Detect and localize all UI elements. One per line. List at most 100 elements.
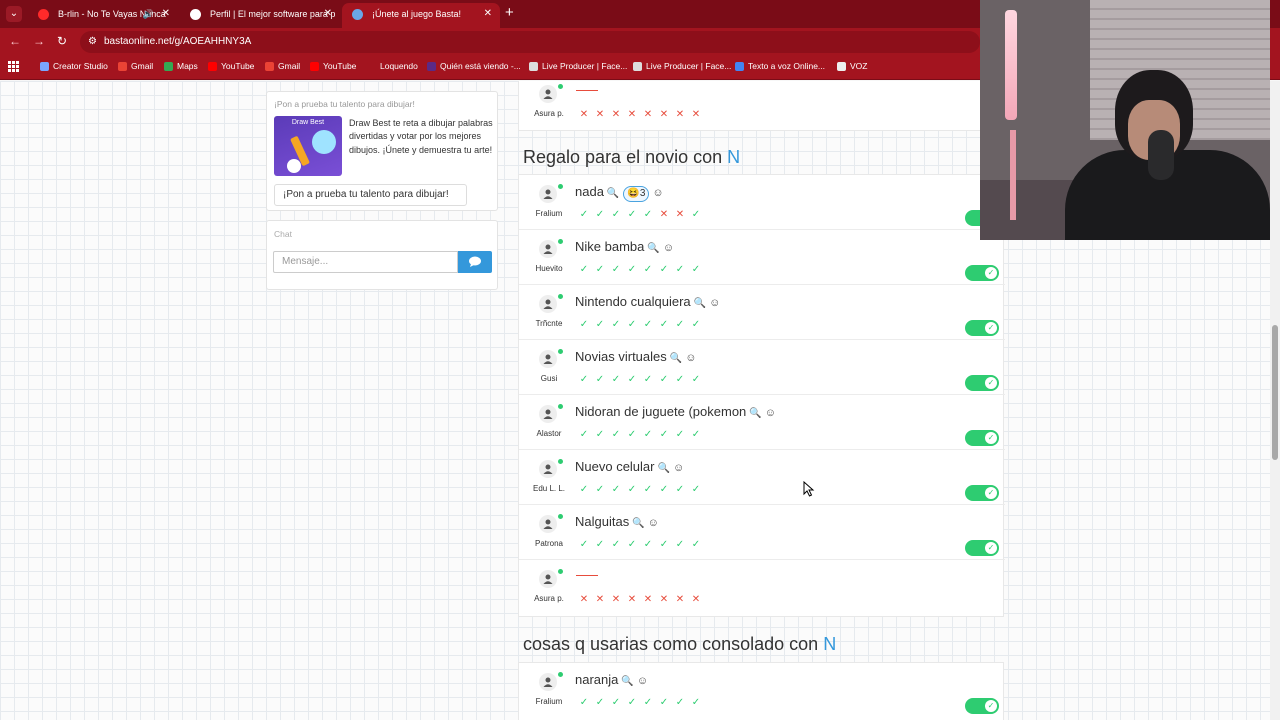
vote-accept-icon[interactable]: ✓ [624, 374, 640, 386]
vote-accept-icon[interactable]: ✓ [624, 264, 640, 276]
reaction-badge[interactable]: 😆3 [623, 186, 650, 202]
vote-reject-icon[interactable]: ✕ [688, 594, 704, 606]
bookmark-texto-a-voz[interactable]: Texto a voz Online... [735, 61, 825, 71]
vote-accept-icon[interactable]: ✓ [688, 539, 704, 551]
send-message-button[interactable] [458, 251, 492, 273]
vote-accept-icon[interactable]: ✓ [656, 264, 672, 276]
vote-accept-icon[interactable]: ✓ [592, 539, 608, 551]
search-icon[interactable]: 🔍 [607, 188, 619, 199]
accept-answer-toggle[interactable]: ✓ [965, 698, 999, 714]
vote-accept-icon[interactable]: ✓ [592, 319, 608, 331]
accept-answer-toggle[interactable]: ✓ [965, 430, 999, 446]
apps-grid-icon[interactable] [8, 61, 19, 72]
vote-reject-icon[interactable]: ✕ [672, 109, 688, 121]
vote-accept-icon[interactable]: ✓ [688, 697, 704, 709]
vote-accept-icon[interactable]: ✓ [624, 209, 640, 221]
vote-accept-icon[interactable]: ✓ [640, 319, 656, 331]
accept-answer-toggle[interactable]: ✓ [965, 375, 999, 391]
vote-accept-icon[interactable]: ✓ [656, 484, 672, 496]
vote-accept-icon[interactable]: ✓ [672, 319, 688, 331]
vote-accept-icon[interactable]: ✓ [656, 374, 672, 386]
tab-basta[interactable]: ¡Únete al juego Basta! ✕ [342, 3, 500, 28]
vote-accept-icon[interactable]: ✓ [576, 697, 592, 709]
vote-accept-icon[interactable]: ✓ [592, 209, 608, 221]
vote-reject-icon[interactable]: ✕ [624, 594, 640, 606]
vote-accept-icon[interactable]: ✓ [608, 319, 624, 331]
vote-reject-icon[interactable]: ✕ [640, 594, 656, 606]
vote-accept-icon[interactable]: ✓ [640, 429, 656, 441]
vote-accept-icon[interactable]: ✓ [576, 264, 592, 276]
search-icon[interactable]: 🔍 [647, 243, 659, 254]
vote-accept-icon[interactable]: ✓ [608, 697, 624, 709]
vote-accept-icon[interactable]: ✓ [608, 429, 624, 441]
bookmark-gmail-2[interactable]: Gmail [265, 61, 300, 71]
forward-icon[interactable]: → [33, 34, 45, 48]
vote-reject-icon[interactable]: ✕ [688, 109, 704, 121]
vote-accept-icon[interactable]: ✓ [576, 209, 592, 221]
vote-reject-icon[interactable]: ✕ [608, 594, 624, 606]
bookmark-live-producer[interactable]: Live Producer | Face... [529, 61, 627, 71]
vote-reject-icon[interactable]: ✕ [576, 594, 592, 606]
vote-accept-icon[interactable]: ✓ [672, 697, 688, 709]
vote-accept-icon[interactable]: ✓ [576, 484, 592, 496]
vote-accept-icon[interactable]: ✓ [672, 429, 688, 441]
vote-reject-icon[interactable]: ✕ [672, 209, 688, 221]
vote-accept-icon[interactable]: ✓ [576, 374, 592, 386]
site-info-icon[interactable]: ⚙ [88, 31, 97, 53]
add-reaction-icon[interactable]: ☺ [663, 242, 674, 254]
draw-best-banner[interactable]: Draw Best [274, 116, 342, 176]
vote-accept-icon[interactable]: ✓ [640, 209, 656, 221]
vote-accept-icon[interactable]: ✓ [624, 484, 640, 496]
bookmark-live-producer-2[interactable]: Live Producer | Face... [633, 61, 731, 71]
tab-profile[interactable]: Perfil | El mejor software para p ✕ [180, 3, 340, 28]
vote-reject-icon[interactable]: ✕ [640, 109, 656, 121]
bookmark-youtube[interactable]: YouTube [208, 61, 254, 71]
search-icon[interactable]: 🔍 [632, 518, 644, 529]
bookmark-quien-esta-viendo[interactable]: Quién está viendo -... [427, 61, 521, 71]
vote-reject-icon[interactable]: ✕ [656, 209, 672, 221]
bookmark-voz[interactable]: VOZ [837, 61, 867, 71]
close-tab-icon[interactable]: ✕ [484, 3, 492, 25]
vote-accept-icon[interactable]: ✓ [672, 374, 688, 386]
vote-accept-icon[interactable]: ✓ [656, 429, 672, 441]
bookmark-loquendo[interactable]: Loquendo [367, 61, 418, 71]
vote-accept-icon[interactable]: ✓ [640, 539, 656, 551]
vote-accept-icon[interactable]: ✓ [656, 319, 672, 331]
vote-accept-icon[interactable]: ✓ [656, 697, 672, 709]
bookmark-youtube-2[interactable]: YouTube [310, 61, 356, 71]
speaker-icon[interactable]: 🔊 [143, 3, 154, 25]
vote-accept-icon[interactable]: ✓ [608, 484, 624, 496]
vote-accept-icon[interactable]: ✓ [688, 429, 704, 441]
vote-accept-icon[interactable]: ✓ [688, 209, 704, 221]
vote-accept-icon[interactable]: ✓ [672, 264, 688, 276]
search-icon[interactable]: 🔍 [670, 353, 682, 364]
add-reaction-icon[interactable]: ☺ [765, 407, 776, 419]
add-reaction-icon[interactable]: ☺ [709, 297, 720, 309]
url-field[interactable]: ⚙ bastaonline.net/g/AOEAHHNY3A [80, 31, 980, 53]
vote-reject-icon[interactable]: ✕ [592, 109, 608, 121]
vote-accept-icon[interactable]: ✓ [592, 264, 608, 276]
vote-accept-icon[interactable]: ✓ [592, 374, 608, 386]
accept-answer-toggle[interactable]: ✓ [965, 540, 999, 556]
scrollbar-thumb[interactable] [1272, 325, 1278, 460]
vote-reject-icon[interactable]: ✕ [608, 109, 624, 121]
accept-answer-toggle[interactable]: ✓ [965, 320, 999, 336]
draw-challenge-button[interactable]: ¡Pon a prueba tu talento para dibujar! [274, 184, 467, 206]
vote-accept-icon[interactable]: ✓ [608, 264, 624, 276]
new-tab-button[interactable]: + [505, 4, 514, 21]
chat-message-input[interactable]: Mensaje... [273, 251, 458, 273]
vote-reject-icon[interactable]: ✕ [656, 109, 672, 121]
reload-icon[interactable]: ↻ [57, 34, 67, 48]
add-reaction-icon[interactable]: ☺ [637, 675, 648, 687]
vote-accept-icon[interactable]: ✓ [688, 264, 704, 276]
vote-reject-icon[interactable]: ✕ [624, 109, 640, 121]
add-reaction-icon[interactable]: ☺ [648, 517, 659, 529]
vote-accept-icon[interactable]: ✓ [640, 697, 656, 709]
vote-accept-icon[interactable]: ✓ [640, 264, 656, 276]
vote-accept-icon[interactable]: ✓ [576, 319, 592, 331]
vote-accept-icon[interactable]: ✓ [672, 539, 688, 551]
vote-accept-icon[interactable]: ✓ [624, 697, 640, 709]
vote-accept-icon[interactable]: ✓ [592, 484, 608, 496]
tab-music[interactable]: B-rlin - No Te Vayas Nunca 🔊 ✕ [28, 3, 178, 28]
vote-accept-icon[interactable]: ✓ [576, 429, 592, 441]
